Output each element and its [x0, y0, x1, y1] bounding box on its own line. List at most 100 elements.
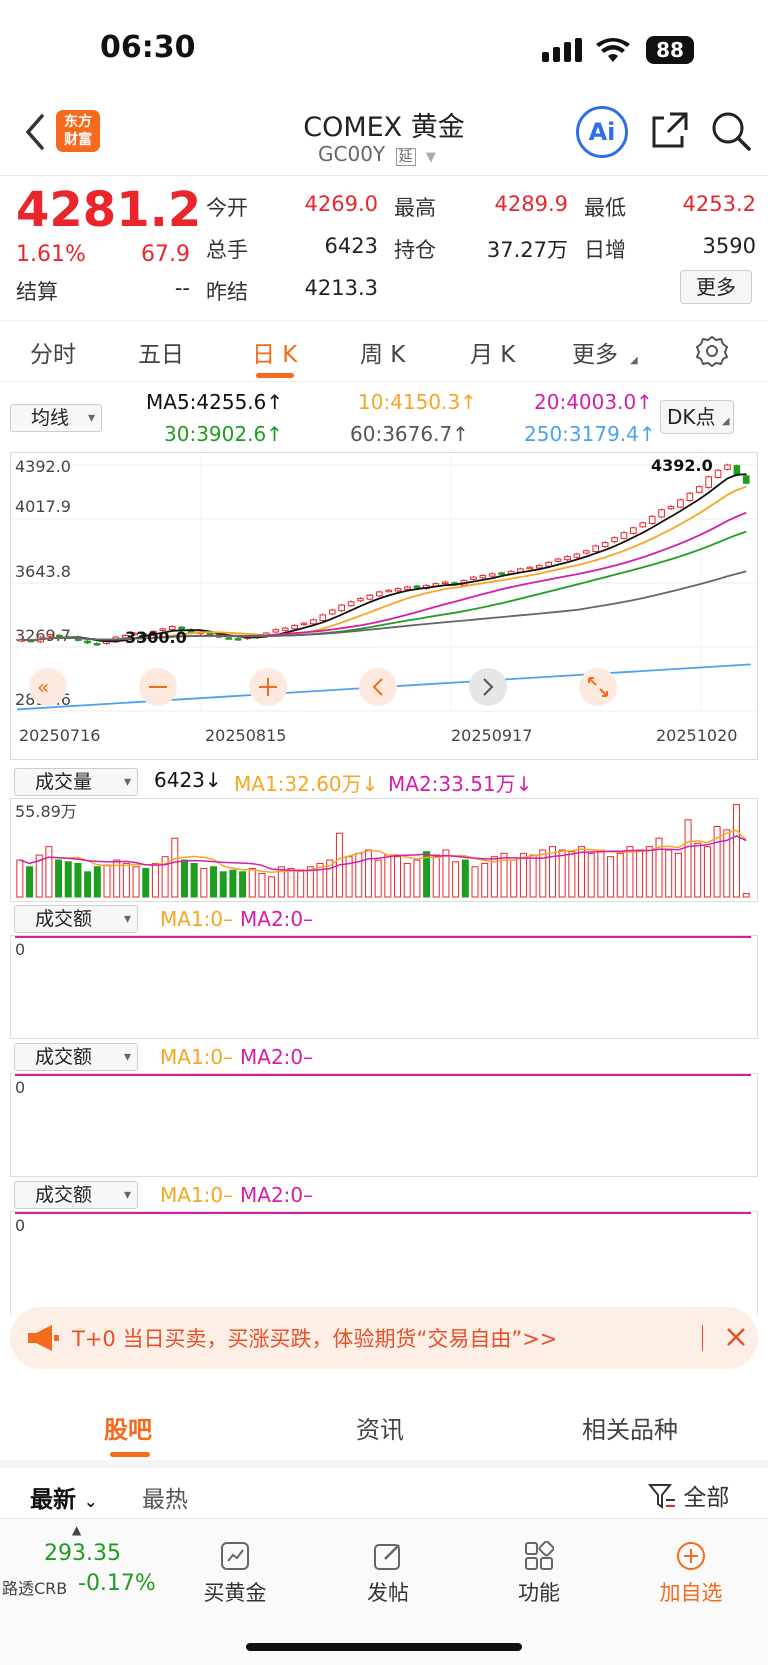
candle-body: [677, 499, 684, 508]
fullscreen-icon[interactable]: [579, 668, 617, 706]
scroll-right-icon[interactable]: [469, 668, 507, 706]
amount-chart-3[interactable]: 0: [10, 1211, 758, 1315]
candle-body: [526, 566, 534, 570]
volume-bar: [45, 846, 53, 898]
filter-all-label: 全部: [683, 1485, 730, 1511]
x-tick-1: 20250815: [205, 726, 286, 745]
amount-ma-line-2: [15, 1074, 751, 1076]
ma30-value: 30:3902.6↑: [164, 422, 283, 446]
volume-bar: [519, 852, 527, 898]
chevron-down-icon: ⌄: [84, 1492, 98, 1511]
volume-bar: [616, 852, 624, 898]
volume-bars-group: [16, 804, 750, 898]
buy-gold-label: 买黄金: [203, 1581, 267, 1605]
candle-body: [611, 537, 618, 543]
candle-body: [272, 629, 280, 633]
tab-five-day[interactable]: 五日: [138, 335, 184, 369]
open-value: 4269.0: [304, 192, 378, 216]
candle-body: [470, 576, 477, 580]
tab-related[interactable]: 相关品种: [582, 1410, 678, 1445]
zoom-in-icon[interactable]: [249, 668, 287, 706]
amount-selector-3[interactable]: 成交额: [14, 1181, 138, 1209]
amount-chart-2[interactable]: 0: [10, 1073, 758, 1177]
amount-selector-1[interactable]: 成交额: [14, 905, 138, 933]
kline-chart[interactable]: 4392.0 4017.9 3643.8 3269.7 2895.6 20250…: [10, 452, 758, 760]
sort-hot[interactable]: 最热: [142, 1480, 188, 1514]
tab-news[interactable]: 资讯: [356, 1410, 404, 1445]
candle-body: [347, 601, 355, 607]
candle-body: [695, 486, 703, 493]
more-button[interactable]: 更多: [680, 270, 752, 304]
chart-controls: «: [29, 668, 617, 706]
volume-bar: [64, 861, 72, 898]
instrument-code-selector[interactable]: GC00Y 延 ▼: [318, 142, 436, 166]
volume-label: 总手: [206, 238, 248, 262]
add-watchlist-button[interactable]: 加自选: [636, 1519, 746, 1607]
volume-bar: [142, 867, 150, 898]
close-icon[interactable]: [726, 1327, 746, 1351]
buy-gold-button[interactable]: 买黄金: [180, 1519, 290, 1607]
volume-bar: [548, 846, 556, 898]
zoom-out-icon[interactable]: [139, 668, 177, 706]
ma20-value: 20:4003.0↑: [534, 390, 653, 414]
candle-body: [498, 572, 505, 575]
amount-selector-2[interactable]: 成交额: [14, 1043, 138, 1071]
volume-bar: [665, 849, 673, 898]
volume-chart[interactable]: 55.89万: [10, 798, 758, 902]
tab-monthly-k[interactable]: 月 K: [470, 335, 515, 369]
function-button[interactable]: 功能: [484, 1519, 594, 1607]
candle-body: [84, 640, 91, 644]
volume-bar: [403, 862, 411, 898]
volume-bar: [200, 867, 208, 898]
high-marker: 4392.0: [651, 456, 713, 475]
volume-bar: [258, 873, 266, 898]
ma5-line: [21, 473, 747, 643]
amount-ma-line-1: [15, 936, 751, 938]
daily-increase-value: 3590: [702, 234, 756, 258]
tab-more[interactable]: 更多: [572, 335, 618, 369]
tab-daily-k[interactable]: 日 K: [252, 335, 297, 369]
candle-body: [667, 505, 675, 510]
scroll-left-icon[interactable]: [359, 668, 397, 706]
volume-bar: [645, 846, 653, 898]
settings-gear-icon[interactable]: [695, 335, 729, 371]
share-icon[interactable]: [650, 110, 690, 154]
dk-point-button[interactable]: DK点 ◢: [660, 400, 734, 434]
amount-chart-1[interactable]: 0: [10, 935, 758, 1039]
indicator-selector[interactable]: 均线: [10, 404, 102, 432]
tab-weekly-k[interactable]: 周 K: [360, 335, 405, 369]
volume-bar: [490, 856, 498, 898]
volume-svg: 55.89万: [15, 802, 750, 898]
scroll-left-fast-icon[interactable]: «: [29, 668, 67, 706]
volume-bar: [607, 856, 615, 898]
post-button[interactable]: 发帖: [333, 1519, 443, 1607]
crb-ticker[interactable]: ▲ 293.35 路透CRB -0.17%: [0, 1519, 170, 1619]
candle-body: [620, 532, 628, 539]
ai-label: Ai: [588, 118, 616, 146]
candle-body: [686, 492, 694, 502]
tab-forum[interactable]: 股吧: [104, 1410, 152, 1445]
dk-point-label: DK点: [667, 405, 716, 429]
search-icon[interactable]: [710, 110, 752, 156]
candle-body: [582, 550, 590, 554]
volume-bar: [210, 866, 218, 898]
bottom-toolbar: ▲ 293.35 路透CRB -0.17% 买黄金 发帖 功能 加自选: [0, 1518, 768, 1665]
chart-card-icon: [220, 1541, 250, 1571]
candle-body: [375, 591, 383, 597]
ai-button[interactable]: Ai: [576, 106, 628, 158]
tab-intraday[interactable]: 分时: [30, 335, 76, 369]
volume-bar: [471, 866, 479, 898]
kline-svg: 4392.0 4017.9 3643.8 3269.7 2895.6 20250…: [11, 453, 757, 745]
candle-body: [564, 556, 571, 561]
y-tick-2: 3643.8: [15, 562, 71, 581]
y-tick-1: 4017.9: [15, 497, 71, 516]
home-indicator: [246, 1643, 522, 1651]
filter-all[interactable]: 全部: [647, 1478, 730, 1512]
promo-banner[interactable]: T+0 当日买卖，买涨买跌，体验期货“交易自由”>>: [10, 1307, 758, 1369]
volume-bar: [374, 859, 382, 898]
instrument-code: GC00Y: [318, 142, 386, 166]
sort-latest[interactable]: 最新 ⌄: [30, 1480, 97, 1514]
caret-up-icon: ▲: [72, 1523, 82, 1537]
volume-selector[interactable]: 成交量: [14, 768, 138, 796]
candle-body: [724, 464, 731, 470]
